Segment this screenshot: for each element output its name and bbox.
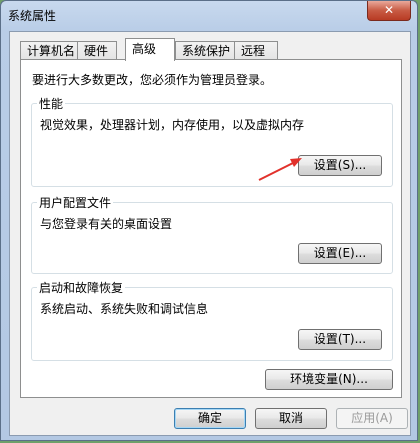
startup-recovery-title: 启动和故障恢复 <box>37 279 126 296</box>
performance-title: 性能 <box>37 95 66 112</box>
apply-button[interactable]: 应用(A) <box>336 408 408 429</box>
startup-recovery-description: 系统启动、系统失败和调试信息 <box>40 302 209 316</box>
tab-remote[interactable]: 远程 <box>234 41 278 60</box>
advanced-panel: 要进行大多数更改，您必须作为管理员登录。 性能 视觉效果，处理器计划，内存使用，… <box>20 59 402 398</box>
title-bar[interactable]: 系统属性 ✕ <box>1 1 417 31</box>
environment-variables-button[interactable]: 环境变量(N)... <box>265 369 393 390</box>
startup-recovery-settings-button[interactable]: 设置(T)... <box>298 329 382 350</box>
dialog-content: 计算机名 硬件 高级 系统保护 远程 要进行大多数更改，您必须作为管理员登录。 … <box>9 31 411 436</box>
user-profiles-description: 与您登录有关的桌面设置 <box>40 217 173 231</box>
user-profiles-settings-button[interactable]: 设置(E)... <box>298 243 382 264</box>
performance-group: 性能 视觉效果，处理器计划，内存使用，以及虚拟内存 设置(S)... <box>31 95 393 187</box>
performance-description: 视觉效果，处理器计划，内存使用，以及虚拟内存 <box>40 118 305 132</box>
performance-settings-button[interactable]: 设置(S)... <box>298 155 382 176</box>
window-title: 系统属性 <box>8 9 57 23</box>
tab-computer-name[interactable]: 计算机名 <box>20 41 78 60</box>
startup-recovery-group: 启动和故障恢复 系统启动、系统失败和调试信息 设置(T)... <box>31 279 393 361</box>
close-button[interactable]: ✕ <box>367 1 411 21</box>
tab-system-protection[interactable]: 系统保护 <box>175 41 235 60</box>
system-properties-window: 系统属性 ✕ 计算机名 硬件 高级 系统保护 远程 要进行大多数更改，您必须作为… <box>0 0 418 441</box>
user-profiles-title: 用户配置文件 <box>37 194 114 211</box>
ok-button[interactable]: 确定 <box>174 408 246 429</box>
tab-hardware[interactable]: 硬件 <box>77 41 117 60</box>
tab-advanced[interactable]: 高级 <box>125 38 175 61</box>
cancel-button[interactable]: 取消 <box>255 408 327 429</box>
close-icon: ✕ <box>383 3 395 17</box>
user-profiles-group: 用户配置文件 与您登录有关的桌面设置 设置(E)... <box>31 194 393 274</box>
admin-notice: 要进行大多数更改，您必须作为管理员登录。 <box>32 73 273 87</box>
